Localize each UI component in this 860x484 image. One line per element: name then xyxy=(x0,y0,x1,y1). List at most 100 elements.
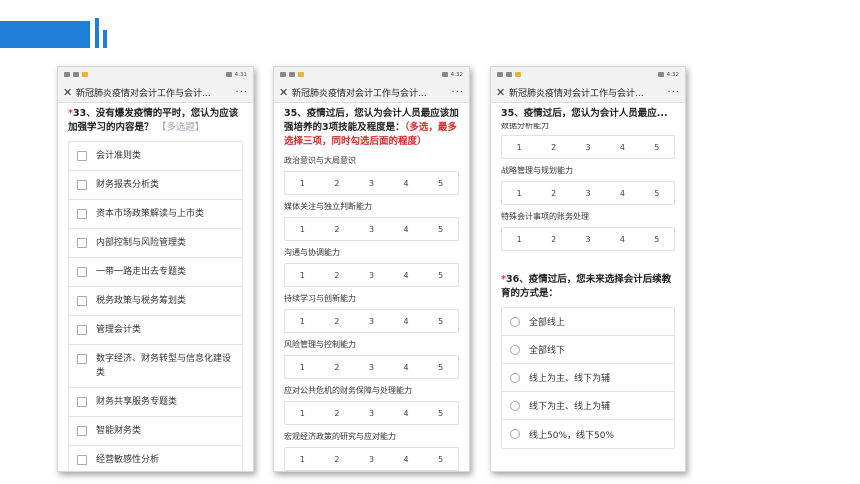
radio[interactable] xyxy=(510,372,520,383)
rating-value[interactable]: 1 xyxy=(285,264,320,286)
checkbox-option[interactable]: 税务政策与税务筹划类 xyxy=(69,287,242,316)
rating-scale[interactable]: 12345 xyxy=(284,217,459,241)
rating-value[interactable]: 1 xyxy=(285,218,320,240)
rating-value[interactable]: 5 xyxy=(640,136,674,158)
rating-value[interactable]: 5 xyxy=(423,264,458,286)
rating-value[interactable]: 4 xyxy=(389,448,424,470)
rating-value[interactable]: 4 xyxy=(389,310,424,332)
status-bar: 4:32 xyxy=(491,67,685,82)
rating-value[interactable]: 5 xyxy=(640,228,674,250)
rating-value[interactable]: 1 xyxy=(285,310,320,332)
checkbox-option[interactable]: 数字经济、财务转型与信息化建设类 xyxy=(69,345,242,388)
rating-value[interactable]: 3 xyxy=(354,448,389,470)
rating-value[interactable]: 3 xyxy=(354,172,389,194)
radio[interactable] xyxy=(510,400,520,411)
rating-value[interactable]: 2 xyxy=(320,402,355,424)
more-menu-icon[interactable]: ··· xyxy=(235,87,248,98)
rating-value[interactable]: 4 xyxy=(605,182,639,204)
checkbox[interactable] xyxy=(77,180,87,190)
rating-scale[interactable]: 12345 xyxy=(284,309,459,333)
rating-value[interactable]: 1 xyxy=(502,182,536,204)
rating-scale[interactable]: 12345 xyxy=(284,447,459,471)
checkbox[interactable] xyxy=(77,296,87,306)
rating-value[interactable]: 1 xyxy=(285,402,320,424)
rating-value[interactable]: 3 xyxy=(354,402,389,424)
rating-value[interactable]: 5 xyxy=(423,172,458,194)
more-menu-icon[interactable]: ··· xyxy=(667,87,680,98)
rating-value[interactable]: 2 xyxy=(536,182,570,204)
rating-value[interactable]: 2 xyxy=(320,218,355,240)
close-icon[interactable]: ✕ xyxy=(279,86,292,99)
rating-value[interactable]: 2 xyxy=(320,356,355,378)
rating-scale[interactable]: 12345 xyxy=(501,181,675,205)
checkbox[interactable] xyxy=(77,426,87,436)
rating-value[interactable]: 4 xyxy=(389,218,424,240)
radio[interactable] xyxy=(510,344,520,355)
rating-value[interactable]: 5 xyxy=(423,448,458,470)
rating-scale[interactable]: 1 2 3 4 5 xyxy=(501,135,675,159)
rating-value[interactable]: 3 xyxy=(354,218,389,240)
checkbox-option[interactable]: 财务共享服务专题类 xyxy=(69,388,242,417)
rating-value[interactable]: 2 xyxy=(320,172,355,194)
checkbox-option[interactable]: 内部控制与风险管理类 xyxy=(69,229,242,258)
radio-option[interactable]: 线上50%，线下50% xyxy=(502,420,674,448)
rating-value[interactable]: 5 xyxy=(423,356,458,378)
checkbox-option[interactable]: 一带一路走出去专题类 xyxy=(69,258,242,287)
rating-value[interactable]: 2 xyxy=(536,136,570,158)
rating-value[interactable]: 1 xyxy=(502,228,536,250)
wifi-icon xyxy=(289,72,295,77)
rating-value[interactable]: 3 xyxy=(571,136,605,158)
rating-value[interactable]: 4 xyxy=(605,136,639,158)
rating-value[interactable]: 3 xyxy=(354,356,389,378)
rating-value[interactable]: 5 xyxy=(423,402,458,424)
checkbox[interactable] xyxy=(77,455,87,465)
checkbox[interactable] xyxy=(77,354,87,364)
rating-value[interactable]: 1 xyxy=(285,448,320,470)
radio-option[interactable]: 线上为主、线下为辅 xyxy=(502,364,674,392)
rating-value[interactable]: 1 xyxy=(285,172,320,194)
checkbox[interactable] xyxy=(77,397,87,407)
rating-value[interactable]: 4 xyxy=(389,172,424,194)
rating-value[interactable]: 4 xyxy=(389,356,424,378)
rating-scale[interactable]: 12345 xyxy=(284,171,459,195)
checkbox[interactable] xyxy=(77,209,87,219)
radio-option[interactable]: 全部线上 xyxy=(502,308,674,336)
rating-value[interactable]: 3 xyxy=(354,264,389,286)
rating-value[interactable]: 1 xyxy=(502,136,536,158)
rating-value[interactable]: 3 xyxy=(354,310,389,332)
more-menu-icon[interactable]: ··· xyxy=(451,87,464,98)
checkbox-option[interactable]: 管理会计类 xyxy=(69,316,242,345)
checkbox[interactable] xyxy=(77,151,87,161)
checkbox-option[interactable]: 经营敏感性分析 xyxy=(69,446,242,471)
rating-value[interactable]: 4 xyxy=(389,264,424,286)
rating-value[interactable]: 4 xyxy=(605,228,639,250)
radio-option[interactable]: 线下为主、线上为辅 xyxy=(502,392,674,420)
checkbox-option[interactable]: 财务报表分析类 xyxy=(69,171,242,200)
rating-value[interactable]: 3 xyxy=(571,228,605,250)
rating-value[interactable]: 1 xyxy=(285,356,320,378)
rating-value[interactable]: 2 xyxy=(320,448,355,470)
checkbox-option[interactable]: 智能财务类 xyxy=(69,417,242,446)
rating-value[interactable]: 2 xyxy=(536,228,570,250)
close-icon[interactable]: ✕ xyxy=(496,86,509,99)
rating-value[interactable]: 2 xyxy=(320,310,355,332)
rating-scale[interactable]: 12345 xyxy=(284,401,459,425)
checkbox[interactable] xyxy=(77,325,87,335)
rating-value[interactable]: 5 xyxy=(423,310,458,332)
rating-scale[interactable]: 12345 xyxy=(284,355,459,379)
checkbox-option[interactable]: 会计准则类 xyxy=(69,142,242,171)
checkbox[interactable] xyxy=(77,238,87,248)
rating-value[interactable]: 5 xyxy=(423,218,458,240)
rating-value[interactable]: 5 xyxy=(640,182,674,204)
checkbox[interactable] xyxy=(77,267,87,277)
radio-option[interactable]: 全部线下 xyxy=(502,336,674,364)
rating-value[interactable]: 3 xyxy=(571,182,605,204)
radio[interactable] xyxy=(510,429,520,439)
rating-scale[interactable]: 12345 xyxy=(501,227,675,251)
radio[interactable] xyxy=(510,316,520,327)
checkbox-option[interactable]: 资本市场政策解读与上市类 xyxy=(69,200,242,229)
rating-scale[interactable]: 12345 xyxy=(284,263,459,287)
rating-value[interactable]: 2 xyxy=(320,264,355,286)
close-icon[interactable]: ✕ xyxy=(63,86,76,99)
rating-value[interactable]: 4 xyxy=(389,402,424,424)
